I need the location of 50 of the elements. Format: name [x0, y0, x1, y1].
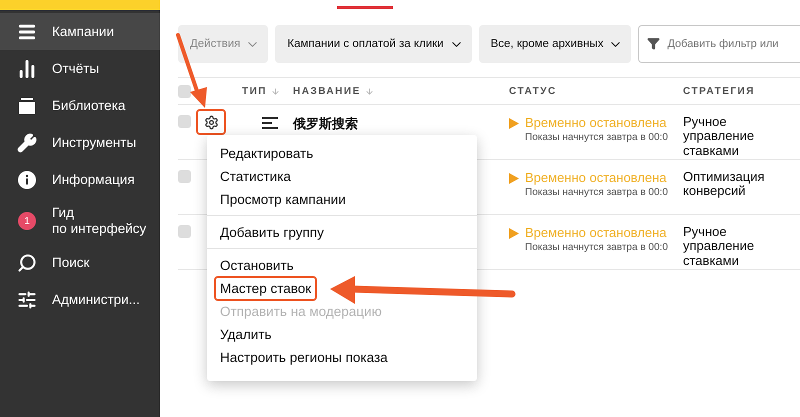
- column-header[interactable]: НАЗВАНИЕ: [293, 86, 361, 96]
- status-note: Показы начнутся завтра в 00:0: [525, 242, 668, 253]
- status-text: Временно остановлена: [525, 115, 668, 130]
- settings-icon: [204, 114, 218, 130]
- play-icon: [509, 118, 519, 129]
- menu-item[interactable]: Редактировать: [220, 146, 314, 161]
- status-note: Показы начнутся завтра в 00:0: [525, 187, 668, 198]
- strategy-text: Ручное управление ставками: [683, 225, 756, 269]
- menu-item[interactable]: Мастер ставок: [214, 276, 318, 301]
- list-icon: [262, 117, 278, 129]
- column-header: СТРАТЕГИЯ: [683, 86, 755, 96]
- notification-badge: 1: [18, 212, 36, 230]
- play-icon: [509, 228, 519, 239]
- sidebar-item[interactable]: Библиотека: [0, 87, 160, 124]
- filter-icon: [647, 37, 660, 50]
- checkbox[interactable]: [178, 170, 191, 183]
- menu-item[interactable]: Настроить регионы показа: [220, 350, 388, 365]
- strategy-text: Ручное управление ставками: [683, 115, 756, 159]
- column-header[interactable]: ТИП: [242, 86, 267, 96]
- sidebar-item[interactable]: Информация: [0, 161, 160, 198]
- dropdown-button[interactable]: Кампании с оплатой за клики: [275, 25, 472, 63]
- dropdown-button[interactable]: Все, кроме архивных: [478, 25, 632, 63]
- strategy-text: Оптимизация конверсий: [683, 170, 766, 200]
- sliders-icon: [16, 288, 38, 310]
- menu-item[interactable]: Статистика: [220, 169, 291, 184]
- checkbox[interactable]: [178, 225, 191, 238]
- wrench-icon: [16, 132, 38, 154]
- checkbox[interactable]: [178, 84, 191, 98]
- menu-item[interactable]: Просмотр кампании: [220, 192, 346, 207]
- sidebar-item[interactable]: Инструменты: [0, 124, 160, 161]
- menu-item[interactable]: Добавить группу: [220, 225, 324, 240]
- search-icon: [16, 252, 38, 274]
- campaign-name[interactable]: 俄罗斯搜索: [293, 116, 358, 131]
- settings-button[interactable]: [196, 109, 226, 135]
- menu-item[interactable]: Удалить: [220, 327, 272, 342]
- info-icon: [16, 168, 38, 190]
- column-header: СТАТУС: [509, 86, 557, 96]
- status-text: Временно остановлена: [525, 225, 668, 240]
- filter-field[interactable]: Добавить фильтр или: [638, 25, 800, 63]
- status-text: Временно остановлена: [525, 170, 668, 185]
- play-icon: [509, 173, 519, 184]
- sidebar-item[interactable]: Отчёты: [0, 50, 160, 87]
- menu-item[interactable]: Остановить: [220, 258, 294, 273]
- sidebar-item[interactable]: 1 Гид по интерфейсу: [0, 198, 160, 244]
- checkbox[interactable]: [178, 115, 191, 128]
- active-tab-underline: [337, 6, 393, 9]
- status-note: Показы начнутся завтра в 00:0: [525, 132, 668, 143]
- sidebar-item[interactable]: Поиск: [0, 244, 160, 281]
- sidebar-item[interactable]: Кампании: [0, 13, 160, 50]
- sidebar-item[interactable]: Администри...: [0, 281, 160, 318]
